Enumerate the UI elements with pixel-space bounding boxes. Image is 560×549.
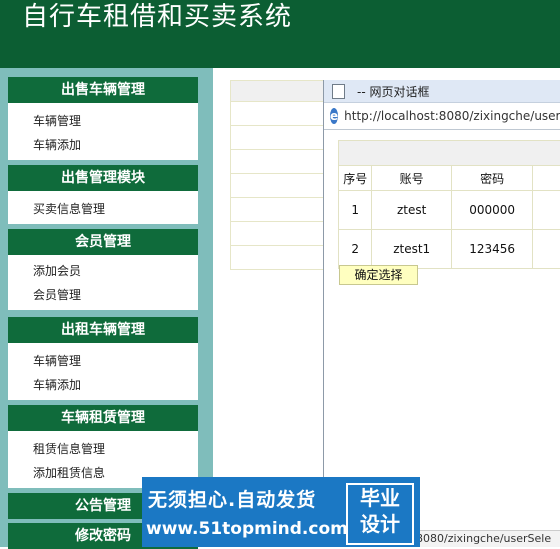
column-header-account: 账号 xyxy=(372,166,452,191)
table-caption-row xyxy=(339,141,560,166)
column-header-password: 密码 xyxy=(451,166,532,191)
app-header: 自行车租借和买卖系统 xyxy=(0,0,560,68)
menu-item-sale-vehicle-add[interactable]: 车辆添加 xyxy=(8,133,198,157)
app-title: 自行车租借和买卖系统 xyxy=(22,2,292,32)
user-table: 序号 账号 密码 1 ztest 000000 2 ztest1 123456 xyxy=(338,140,560,269)
background-table-row xyxy=(230,246,330,270)
column-header-index: 序号 xyxy=(339,166,372,191)
watermark-logo-line2: 设计 xyxy=(348,511,412,537)
confirm-select-button[interactable]: 确定选择 xyxy=(339,265,418,285)
background-table-row xyxy=(230,150,330,174)
background-table-row xyxy=(230,102,330,126)
menu-group-sale-vehicles: 出售车辆管理 车辆管理 车辆添加 xyxy=(8,77,198,160)
background-table-row xyxy=(230,126,330,150)
menu-item-rent-vehicle-add[interactable]: 车辆添加 xyxy=(8,373,198,397)
status-url: 8080/zixingche/userSele xyxy=(416,532,551,545)
background-table-row xyxy=(230,222,330,246)
ie-icon: e xyxy=(330,108,338,124)
menu-head-sales[interactable]: 出售管理模块 xyxy=(8,165,198,191)
menu-head-rentals[interactable]: 车辆租赁管理 xyxy=(8,405,198,431)
menu-group-members: 会员管理 添加会员 会员管理 xyxy=(8,229,198,310)
watermark-banner: 无须担心.自动发货 www.51topmind.com 毕业 设计 xyxy=(142,477,420,547)
background-table-row xyxy=(230,198,330,222)
menu-item-add-member[interactable]: 添加会员 xyxy=(8,259,198,283)
menu-item-member-manage[interactable]: 会员管理 xyxy=(8,283,198,307)
menu-item-rent-vehicle-manage[interactable]: 车辆管理 xyxy=(8,349,198,373)
cell-password: 000000 xyxy=(451,191,532,230)
sidebar: 出售车辆管理 车辆管理 车辆添加 出售管理模块 买卖信息管理 会员管理 添加会员… xyxy=(0,68,213,547)
dialog-titlebar[interactable]: -- 网页对话框 xyxy=(324,80,560,103)
menu-item-rental-info[interactable]: 租赁信息管理 xyxy=(8,437,198,461)
page-icon xyxy=(332,84,345,99)
menu-head-members[interactable]: 会员管理 xyxy=(8,229,198,255)
dialog-address-bar: e http://localhost:8080/zixingche/userSe… xyxy=(324,103,560,130)
cell-account: ztest xyxy=(372,191,452,230)
table-row[interactable]: 2 ztest1 123456 xyxy=(339,230,560,269)
watermark-logo-line1: 毕业 xyxy=(348,485,412,511)
cell-index: 1 xyxy=(339,191,372,230)
table-row[interactable]: 1 ztest 000000 xyxy=(339,191,560,230)
background-table xyxy=(230,80,330,270)
menu-head-sale-vehicles[interactable]: 出售车辆管理 xyxy=(8,77,198,103)
cell-account: ztest1 xyxy=(372,230,452,269)
background-table-header xyxy=(230,80,330,102)
table-header-row: 序号 账号 密码 xyxy=(339,166,560,191)
menu-item-sale-vehicle-manage[interactable]: 车辆管理 xyxy=(8,109,198,133)
watermark-slogan: 无须担心.自动发货 xyxy=(148,485,316,512)
cell-index: 2 xyxy=(339,230,372,269)
dialog-url[interactable]: http://localhost:8080/zixingche/userSele xyxy=(344,109,560,123)
menu-group-sales: 出售管理模块 买卖信息管理 xyxy=(8,165,198,224)
watermark-url: www.51topmind.com xyxy=(146,519,348,539)
menu-head-rent-vehicles[interactable]: 出租车辆管理 xyxy=(8,317,198,343)
cell-password: 123456 xyxy=(451,230,532,269)
menu-item-trade-info[interactable]: 买卖信息管理 xyxy=(8,197,198,221)
menu-group-rent-vehicles: 出租车辆管理 车辆管理 车辆添加 xyxy=(8,317,198,400)
background-table-row xyxy=(230,174,330,198)
watermark-logo: 毕业 设计 xyxy=(346,483,414,545)
menu-group-rentals: 车辆租赁管理 租赁信息管理 添加租赁信息 xyxy=(8,405,198,488)
dialog-title: -- 网页对话框 xyxy=(357,83,429,100)
